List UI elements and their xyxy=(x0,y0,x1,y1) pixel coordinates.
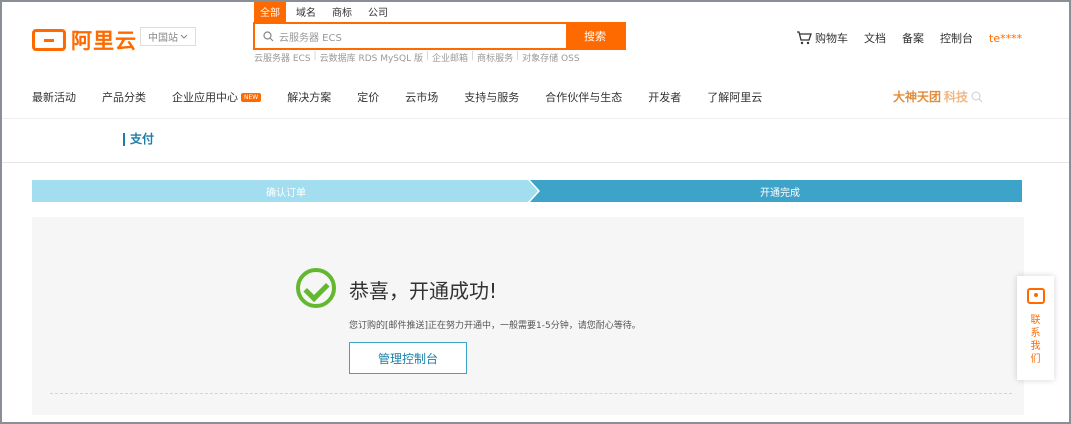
contact-label: 联系我们 xyxy=(1030,315,1041,365)
chevron-down-icon xyxy=(180,34,188,39)
nav-item-latest-events[interactable]: 最新活动 xyxy=(32,89,76,105)
aliyun-logo[interactable]: 阿里云 xyxy=(32,25,137,55)
new-badge: NEW xyxy=(241,92,262,102)
region-selector[interactable]: 中国站 xyxy=(140,27,196,46)
nav-item-developers[interactable]: 开发者 xyxy=(648,89,681,105)
search-input[interactable]: 云服务器 ECS xyxy=(255,24,566,48)
manage-console-button[interactable]: 管理控制台 xyxy=(349,342,467,374)
chat-icon xyxy=(1026,288,1045,304)
hot-search-link[interactable]: 对象存储 OSS xyxy=(522,51,579,64)
step-confirm-order: 确认订单 xyxy=(32,180,540,202)
search-icon xyxy=(971,91,983,102)
nav-item-pricing[interactable]: 定价 xyxy=(357,89,379,105)
search-tabs: 全部 域名 商标 公司 xyxy=(254,2,398,22)
region-label: 中国站 xyxy=(148,33,178,44)
nav-item-products[interactable]: 产品分类 xyxy=(102,89,146,105)
cart-label: 购物车 xyxy=(815,32,848,45)
nav-item-enterprise-apps[interactable]: 企业应用中心 NEW xyxy=(172,89,262,105)
main-nav: 最新活动 产品分类 企业应用中心 NEW 解决方案 定价 云市场 支持与服务 合… xyxy=(32,89,788,105)
search-icon xyxy=(263,30,274,41)
progress-steps: 确认订单 开通完成 xyxy=(32,180,1022,202)
user-account-link[interactable]: te**** xyxy=(989,32,1022,45)
nav-item-label: 企业应用中心 xyxy=(172,91,238,104)
search-tab-domain[interactable]: 域名 xyxy=(290,2,322,22)
search-box: 云服务器 ECS 搜索 xyxy=(253,22,626,50)
success-description: 您订购的[邮件推送]正在努力开通中，一般需要1-5分钟，请您耐心等待。 xyxy=(349,321,641,331)
hot-search-link[interactable]: 云数据库 RDS MySQL 版 xyxy=(320,51,423,64)
success-check-icon xyxy=(296,268,336,308)
success-title: 恭喜，开通成功! xyxy=(349,279,498,303)
search-button[interactable]: 搜索 xyxy=(566,24,624,48)
nav-brand-banner[interactable]: 大神天团 科技 xyxy=(893,88,983,105)
nav-item-about[interactable]: 了解阿里云 xyxy=(707,89,762,105)
contact-us-widget[interactable]: 联系我们 xyxy=(1017,276,1054,380)
dashed-divider xyxy=(50,393,1012,394)
nav-divider xyxy=(2,118,1069,119)
aliyun-logo-icon xyxy=(32,29,66,51)
nav-item-partners[interactable]: 合作伙伴与生态 xyxy=(545,89,622,105)
logo-text: 阿里云 xyxy=(71,29,137,53)
hot-searches: 云服务器 ECS | 云数据库 RDS MySQL 版 | 企业邮箱 | 商标服务 | … xyxy=(254,51,580,64)
success-panel xyxy=(32,217,1024,415)
cart-icon xyxy=(797,31,812,45)
page-title: 支付 xyxy=(123,133,154,146)
cart-link[interactable]: 购物车 xyxy=(796,30,848,46)
search-placeholder: 云服务器 ECS xyxy=(279,32,342,44)
search-tab-company[interactable]: 公司 xyxy=(362,2,394,22)
beian-link[interactable]: 备案 xyxy=(902,30,924,46)
hot-search-link[interactable]: 企业邮箱 xyxy=(432,51,468,64)
brand-text-faded: 科技 xyxy=(944,90,969,104)
console-link[interactable]: 控制台 xyxy=(940,30,973,46)
nav-item-marketplace[interactable]: 云市场 xyxy=(405,89,438,105)
search-tab-trademark[interactable]: 商标 xyxy=(326,2,358,22)
nav-item-support[interactable]: 支持与服务 xyxy=(464,89,519,105)
top-links: 购物车 文档 备案 控制台 te**** xyxy=(796,30,1022,46)
hot-search-link[interactable]: 商标服务 xyxy=(477,51,513,64)
section-divider xyxy=(2,162,1069,163)
nav-item-solutions[interactable]: 解决方案 xyxy=(287,89,331,105)
hot-search-link[interactable]: 云服务器 ECS xyxy=(254,51,311,64)
docs-link[interactable]: 文档 xyxy=(864,30,886,46)
step-activation-complete: 开通完成 xyxy=(530,180,1022,202)
brand-text: 大神天团 xyxy=(893,90,942,104)
search-tab-all[interactable]: 全部 xyxy=(254,2,286,22)
